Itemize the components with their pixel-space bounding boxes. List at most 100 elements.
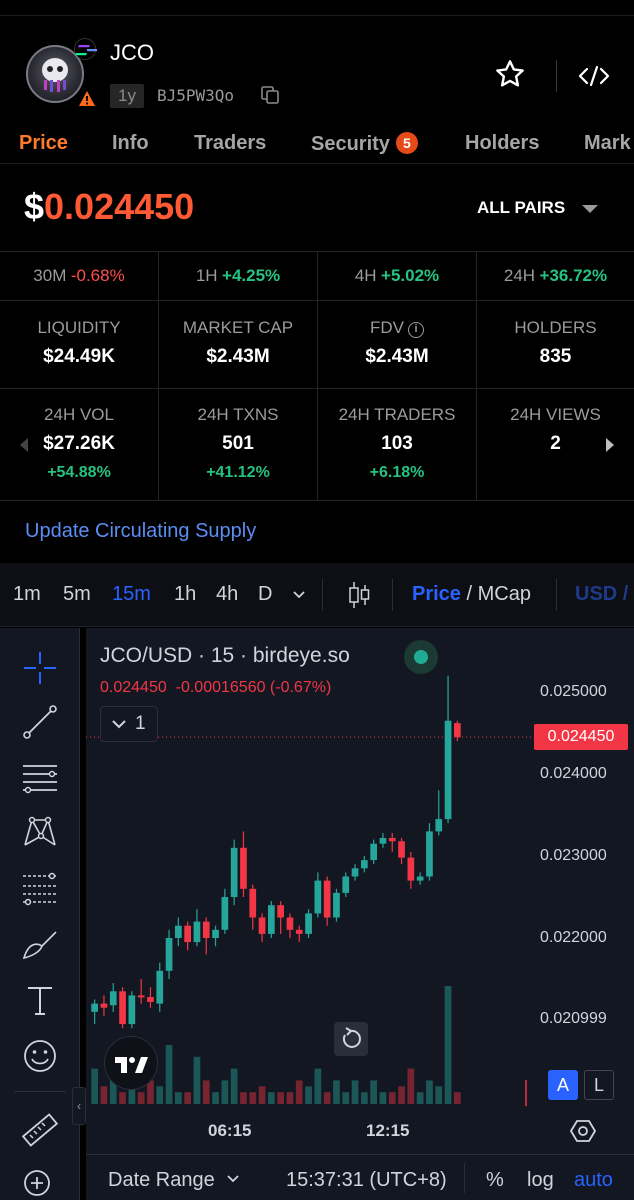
volume-bar [323,1092,331,1104]
candle-body [314,880,322,914]
price-currency: $ [24,186,45,227]
toolbar-divider [14,1091,66,1092]
date-range-dropdown[interactable]: Date Range [108,1169,240,1192]
change-30m: 30M -0.68% [0,251,159,301]
candle-body [165,938,173,971]
timeframe-1m[interactable]: 1m [13,583,41,606]
current-price: $0.024450 [24,186,194,228]
timeframe-1h[interactable]: 1h [174,583,196,606]
price-toggle[interactable]: Price [412,583,461,605]
volume-bar [388,1092,396,1104]
stat-label: FDV i [318,318,476,338]
favorite-star-icon[interactable] [494,58,526,90]
auto-scale-toggle[interactable]: auto [574,1169,613,1192]
candle-body [100,1003,108,1008]
text-tool-icon[interactable] [20,980,60,1020]
update-circulating-supply-link[interactable]: Update Circulating Supply [25,520,256,543]
ohlc-change: -0.00016560 (-0.67%) [175,679,332,696]
toolbar-separator [322,579,323,611]
reset-chart-button[interactable] [334,1022,368,1056]
stat-label: MARKET CAP [182,318,294,337]
toolbar-separator [556,579,557,611]
volume-bar [202,1080,210,1104]
mcap-toggle[interactable]: MCap [478,583,531,605]
trend-line-icon[interactable] [20,702,60,742]
pattern-tool-icon[interactable] [20,812,60,852]
volume-bar [333,1080,340,1104]
all-pairs-dropdown[interactable]: ALL PAIRS [477,198,565,218]
volume-bar [426,1080,433,1104]
volume-bar [184,1092,191,1104]
brush-icon[interactable] [20,924,60,964]
volume-bar [407,1068,415,1104]
stat-value: $24.49K [43,346,115,367]
candle-body [137,995,145,998]
ruler-icon[interactable] [20,1110,60,1150]
tab-info[interactable]: Info [112,132,149,155]
tab-price[interactable]: Price [19,132,68,155]
price-value: 0.024450 [44,186,195,227]
tab-holders[interactable]: Holders [465,132,539,155]
change-4h: 4H +5.02% [318,251,477,301]
volume-bar [277,1092,284,1104]
scroll-right-arrow-icon[interactable] [606,438,614,452]
stat-value: 835 [539,346,572,367]
zoom-in-icon[interactable] [20,1166,60,1200]
chevron-down-icon[interactable] [582,205,598,213]
candle-body [286,917,294,930]
horizontal-lines-icon[interactable] [20,758,60,798]
embed-code-icon[interactable] [578,64,610,88]
volume-bar [137,1092,145,1104]
stat-fdv: FDV i $2.43M [318,301,477,389]
candle-body [361,860,368,869]
stat-value: $2.43M [365,346,429,367]
volume-bar [295,1080,303,1104]
token-name: JCO [110,40,154,65]
info-icon[interactable]: i [408,322,424,338]
currency-toggle[interactable]: USD / [575,583,628,606]
volume-bar [268,1092,275,1104]
price-chart[interactable]: JCO/USD · 15 · birdeye.so 0.024450 -0.00… [86,628,634,1200]
tradingview-logo-icon[interactable] [104,1036,158,1090]
scroll-left-arrow-icon[interactable] [20,438,28,452]
emoji-icon[interactable] [20,1036,60,1076]
indicators-collapse-button[interactable]: 1 [100,706,158,742]
auto-scale-button[interactable]: A [548,1070,578,1100]
copy-icon[interactable] [260,85,280,105]
change-period: 1H [195,266,218,285]
tab-markets[interactable]: Mark [584,132,631,155]
date-range-label: Date Range [108,1169,215,1191]
stat-liquidity: LIQUIDITY $24.49K [0,301,159,389]
chart-settings-icon[interactable] [570,1118,596,1144]
volume-bar [379,1092,387,1104]
stat-label: HOLDERS [514,318,597,337]
volume-bar [212,1092,219,1104]
percent-scale-toggle[interactable]: % [486,1169,504,1192]
candle-body [416,876,424,881]
x-axis-tick: 06:15 [208,1121,252,1140]
chevron-down-icon [227,1175,239,1183]
candle-body [119,991,126,1025]
timeframe-4h[interactable]: 4h [216,583,238,606]
chart-clock[interactable]: 15:37:31 (UTC+8) [286,1169,447,1192]
timeframe-d[interactable]: D [258,583,272,606]
tab-traders[interactable]: Traders [194,132,266,155]
y-axis-tick: 0.020999 [540,1010,607,1027]
volume-bar [435,1086,443,1104]
candles-chart-type-icon[interactable] [346,580,372,610]
crosshair-icon[interactable] [20,648,60,688]
candle-body [128,995,136,1025]
timeframe-5m[interactable]: 5m [63,583,91,606]
change-period: 30M [33,266,67,285]
timeframe-chevron-down-icon[interactable] [292,590,306,600]
timeframe-15m[interactable]: 15m [112,583,151,606]
log-scale-toggle[interactable]: log [527,1169,554,1192]
candle-body [230,847,238,897]
log-scale-button[interactable]: L [584,1070,614,1100]
collapse-toolbar-icon[interactable]: ‹ [72,1087,86,1125]
candle-body [370,843,377,861]
price-mcap-toggle[interactable]: Price / MCap [412,583,531,606]
fib-retracement-icon[interactable] [20,868,60,908]
tab-security[interactable]: Security 5 [311,132,418,156]
currency-usd[interactable]: USD [575,583,617,605]
